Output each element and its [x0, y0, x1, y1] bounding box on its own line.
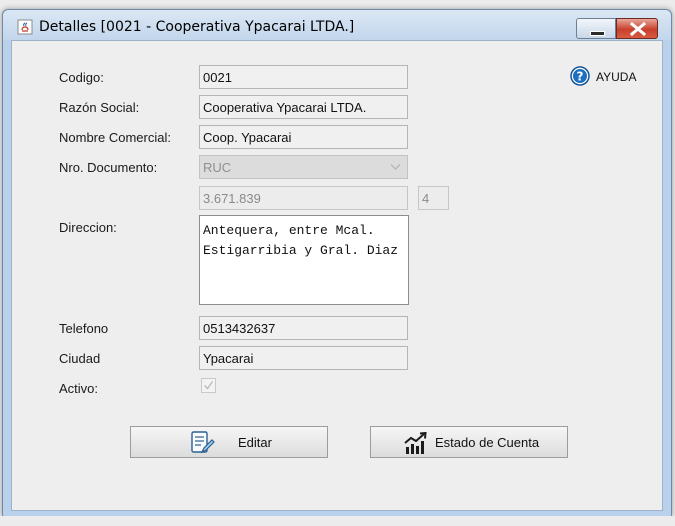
document-type-select[interactable]: RUC	[199, 155, 408, 179]
estado-cuenta-button[interactable]: Estado de Cuenta	[370, 426, 568, 458]
nombre-comercial-label: Nombre Comercial:	[59, 130, 171, 145]
bar-chart-trend-icon	[404, 431, 427, 454]
direccion-label: Direccion:	[59, 220, 117, 235]
editar-button[interactable]: Editar	[130, 426, 328, 458]
help-label: AYUDA	[596, 70, 637, 84]
activo-label: Activo:	[59, 381, 99, 396]
activo-checkbox[interactable]	[201, 378, 216, 393]
nombre-comercial-field[interactable]: Coop. Ypacarai	[199, 125, 408, 149]
document-number-field[interactable]: 3.671.839	[199, 186, 408, 210]
title-bar[interactable]: Detalles [0021 - Cooperativa Ypacarai LT…	[3, 10, 671, 40]
help-button[interactable]: ? AYUDA	[570, 66, 642, 88]
codigo-field[interactable]: 0021	[199, 65, 408, 89]
razon-social-label: Razón Social:	[59, 100, 140, 115]
svg-text:?: ?	[577, 70, 584, 84]
desktop-background	[0, 516, 675, 526]
document-dv-field[interactable]: 4	[418, 186, 449, 210]
direccion-textarea[interactable]: Antequera, entre Mcal. Estigarribia y Gr…	[199, 215, 409, 305]
telefono-label: Telefono	[59, 321, 109, 336]
editar-label: Editar	[238, 435, 272, 450]
estado-cuenta-label: Estado de Cuenta	[435, 435, 540, 450]
checkmark-icon	[204, 381, 214, 390]
window-title: Detalles [0021 - Cooperativa Ypacarai LT…	[39, 19, 355, 35]
ciudad-label: Ciudad	[59, 351, 101, 366]
close-button[interactable]	[616, 18, 658, 39]
codigo-label: Codigo:	[59, 70, 104, 85]
document-type-value: RUC	[203, 160, 232, 175]
edit-document-icon	[191, 431, 215, 454]
minimize-button[interactable]	[576, 18, 616, 39]
ciudad-field[interactable]: Ypacarai	[199, 346, 408, 370]
razon-social-field[interactable]: Cooperativa Ypacarai LTDA.	[199, 95, 408, 119]
detalles-window: Detalles [0021 - Cooperativa Ypacarai LT…	[2, 9, 672, 517]
nro-documento-label: Nro. Documento:	[59, 160, 158, 175]
chevron-down-icon	[390, 164, 401, 170]
details-panel: ? AYUDA Codigo: 0021 Razón Social: Coope…	[11, 40, 663, 511]
minimize-icon	[590, 31, 605, 36]
close-icon	[629, 22, 647, 36]
java-cup-icon	[17, 19, 33, 35]
question-circle-icon: ?	[570, 66, 590, 86]
telefono-field[interactable]: 0513432637	[199, 316, 408, 340]
